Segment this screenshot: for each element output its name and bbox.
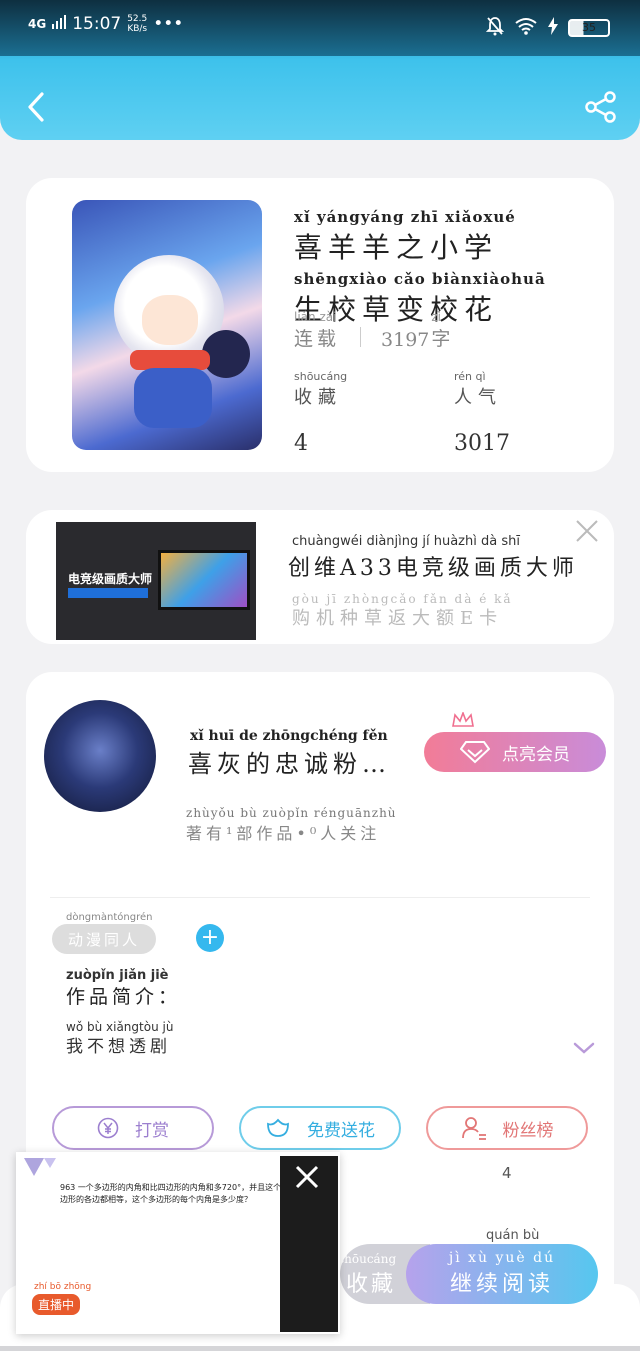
book-title-line-1: 喜羊羊之小学 bbox=[294, 231, 499, 264]
share-button[interactable] bbox=[584, 90, 618, 124]
battery-indicator: 35 bbox=[568, 19, 610, 37]
favorites-pinyin: shōucáng bbox=[294, 370, 348, 383]
add-tag-button[interactable]: + bbox=[196, 924, 224, 952]
ad-image[interactable]: 电竞级画质大师 bbox=[56, 522, 256, 640]
live-badge: 直播中 bbox=[32, 1294, 81, 1315]
back-button[interactable] bbox=[24, 88, 48, 126]
book-title-pinyin-1: xǐ yángyáng zhī xiǎoxué bbox=[294, 208, 516, 226]
reward-button[interactable]: 打赏 bbox=[52, 1106, 214, 1150]
ad-tv-image bbox=[158, 550, 250, 610]
continue-reading-button[interactable]: jì xù yuè dú 继续阅读 bbox=[406, 1244, 598, 1304]
popularity-value: 3017 bbox=[454, 431, 510, 456]
status-bar: 4G 15:07 52.5 KB/s ••• 35 bbox=[0, 0, 640, 56]
book-info-card: xǐ yángyáng zhī xiǎoxué 喜羊羊之小学 shēngxiào… bbox=[26, 178, 614, 472]
crown-icon bbox=[452, 710, 474, 728]
fans-ranking-button[interactable]: 粉丝榜 bbox=[426, 1106, 588, 1150]
net-speed-unit: KB/s bbox=[127, 24, 148, 34]
mute-bell-icon bbox=[485, 16, 505, 40]
favorites-label: 收藏 bbox=[294, 387, 342, 408]
tag-pinyin: dòngmàntóngrén bbox=[66, 912, 153, 923]
status-pinyin: lián zài bbox=[294, 310, 337, 324]
word-unit-pinyin: zì bbox=[431, 310, 442, 324]
word-unit: 字 bbox=[431, 328, 455, 350]
ad-card[interactable]: 电竞级画质大师 chuàngwéi diànjìng jí huàzhì dà … bbox=[26, 510, 614, 644]
word-count: 3197 bbox=[381, 329, 430, 351]
cover-body bbox=[134, 368, 212, 428]
signal-icon bbox=[52, 14, 67, 34]
read-pinyin: jì xù yuè dú bbox=[448, 1250, 556, 1266]
diamond-icon bbox=[460, 741, 490, 764]
author-avatar[interactable] bbox=[44, 700, 156, 812]
intro-label-pinyin: zuòpǐn jiǎn jiè bbox=[66, 968, 169, 983]
fav-label: 收藏 bbox=[346, 1272, 397, 1297]
serial-status: 连载 bbox=[294, 328, 341, 350]
author-stats-pinyin: zhùyǒu bù zuòpǐn rénguānzhù bbox=[186, 806, 397, 820]
fans-ranking-label: 粉丝榜 bbox=[502, 1120, 554, 1141]
intro-text: 我不想透剧 bbox=[66, 1037, 171, 1057]
stat-popularity: rén qì 人气 3017 bbox=[454, 370, 510, 456]
favorite-button[interactable]: shōucáng 收藏 bbox=[338, 1244, 414, 1306]
expand-intro-button[interactable] bbox=[572, 1040, 596, 1056]
chevron-down-icon bbox=[573, 1042, 595, 1054]
live-stream-window[interactable]: 963 一个多边形的内角和比四边形的内角和多720°，并且这个多边形的各边都相等… bbox=[16, 1152, 340, 1334]
cover-scarf bbox=[130, 350, 210, 370]
back-arrow-icon bbox=[28, 92, 44, 122]
ad-image-text: 电竞级画质大师 bbox=[68, 572, 153, 586]
ad-subtitle: 购机种草返大额E卡 bbox=[292, 608, 504, 629]
fans-count: 4 bbox=[502, 1164, 512, 1182]
more-notifications: ••• bbox=[153, 14, 184, 34]
wifi-icon bbox=[514, 17, 538, 39]
ad-title-pinyin: chuàngwéi diànjìng jí huàzhì dà shī bbox=[292, 534, 520, 549]
book-meta: lián zài 连载 3197 zì 字 bbox=[294, 310, 454, 351]
pencil-decoration-icon bbox=[20, 1154, 60, 1184]
author-name-pinyin: xǐ huī de zhōngchéng fěn bbox=[190, 728, 388, 744]
close-icon bbox=[576, 520, 598, 542]
live-close-button[interactable] bbox=[292, 1162, 322, 1192]
popularity-label: 人气 bbox=[454, 387, 502, 408]
cover-sheep-face bbox=[142, 295, 198, 345]
ad-image-banner bbox=[68, 588, 148, 598]
net-speed: 52.5 KB/s bbox=[127, 14, 147, 34]
close-icon bbox=[295, 1165, 319, 1189]
clock: 15:07 bbox=[72, 14, 122, 34]
yen-coin-icon bbox=[97, 1117, 119, 1139]
user-rank-icon bbox=[461, 1117, 486, 1140]
charging-icon bbox=[548, 17, 558, 39]
send-flower-button[interactable]: 免费送花 bbox=[239, 1106, 401, 1150]
gesture-bar bbox=[0, 1346, 640, 1351]
ad-close-button[interactable] bbox=[574, 518, 600, 544]
book-cover-image[interactable] bbox=[72, 200, 262, 450]
network-indicator: 4G bbox=[28, 17, 47, 31]
live-badge-pinyin: zhí bō zhōng bbox=[34, 1282, 92, 1292]
all-pinyin: quán bù bbox=[486, 1228, 540, 1243]
vip-button-label: 点亮会员 bbox=[502, 744, 570, 765]
net-speed-value: 52.5 bbox=[127, 14, 148, 24]
popularity-pinyin: rén qì bbox=[454, 370, 486, 383]
fav-pinyin: shōucáng bbox=[338, 1252, 397, 1266]
reward-label: 打赏 bbox=[135, 1120, 169, 1141]
meta-divider bbox=[360, 327, 362, 347]
author-stats: 著有¹部作品•⁰人关注 bbox=[186, 824, 381, 843]
stat-favorites: shōucáng 收藏 4 bbox=[294, 370, 347, 456]
read-label: 继续阅读 bbox=[449, 1272, 554, 1297]
section-divider bbox=[50, 897, 590, 898]
author-name[interactable]: 喜灰的忠诚粉… bbox=[188, 744, 391, 779]
category-tag[interactable]: 动漫同人 bbox=[52, 924, 157, 954]
intro-label: 作品简介： bbox=[66, 986, 182, 1008]
ad-title: 创维A33电竞级画质大师 bbox=[288, 556, 578, 581]
live-question-text: 963 一个多边形的内角和比四边形的内角和多720°，并且这个多边形的各边都相等… bbox=[60, 1183, 290, 1204]
share-icon bbox=[585, 91, 616, 123]
flower-icon bbox=[267, 1118, 289, 1137]
favorites-value: 4 bbox=[294, 431, 308, 456]
send-flower-label: 免费送花 bbox=[307, 1120, 375, 1141]
book-title-pinyin-2: shēngxiào cǎo biànxiàohuā bbox=[294, 270, 546, 288]
activate-vip-button[interactable]: 点亮会员 bbox=[424, 732, 606, 772]
